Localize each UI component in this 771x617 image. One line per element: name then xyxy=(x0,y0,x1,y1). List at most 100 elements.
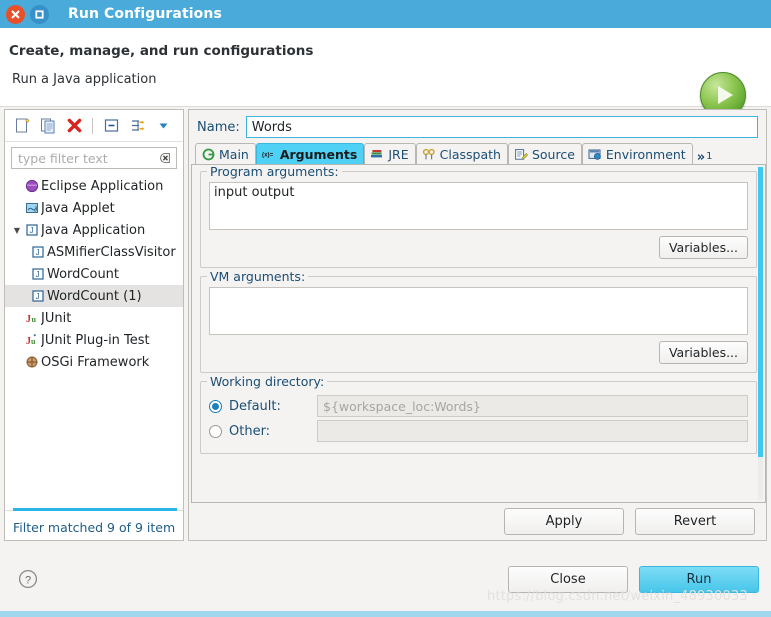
tab-overflow-button[interactable]: » 1 xyxy=(693,143,717,164)
tree-item-label: JUnit Plug-in Test xyxy=(41,332,150,348)
tree-item[interactable]: OSGi Framework xyxy=(5,351,183,373)
run-configurations-dialog: Run Configurations Create, manage, and r… xyxy=(0,0,771,617)
java-applet-icon: J xyxy=(23,201,41,215)
jre-tab-icon xyxy=(370,148,384,161)
dialog-header: Create, manage, and run configurations R… xyxy=(0,28,771,118)
delete-glyph xyxy=(67,118,81,133)
vm-arguments-input[interactable] xyxy=(209,287,748,335)
configuration-editor: Name: Words Main (x)= Arguments JRE Clas… xyxy=(188,109,767,541)
duplicate-configuration-icon[interactable] xyxy=(37,115,59,137)
apply-button[interactable]: Apply xyxy=(504,508,624,535)
apply-revert-row: Apply Revert xyxy=(189,508,766,535)
default-radio[interactable] xyxy=(209,399,222,413)
tree-item[interactable]: ▼ J Java Application xyxy=(5,219,183,241)
vm-arguments-legend: VM arguments: xyxy=(207,269,309,284)
scrollbar-thumb[interactable] xyxy=(758,167,763,457)
tree-status-area: Filter matched 9 of 9 item xyxy=(5,508,183,540)
working-directory-other-row: Other: xyxy=(209,420,748,442)
other-radio[interactable] xyxy=(209,424,222,438)
page-subtitle: Run a Java application xyxy=(12,72,157,87)
play-triangle xyxy=(718,86,733,104)
svg-text:?: ? xyxy=(25,574,31,586)
delete-configuration-icon[interactable] xyxy=(63,115,85,137)
tree-item-label: Java Application xyxy=(41,222,146,238)
tree-item-label: WordCount (1) xyxy=(47,288,142,304)
vm-arguments-actions: Variables... xyxy=(209,341,748,364)
tree-expander[interactable]: ▼ xyxy=(11,226,23,235)
classpath-tab-icon xyxy=(422,148,436,161)
tree-item[interactable]: Ju JUnit Plug-in Test xyxy=(5,329,183,351)
filter-input[interactable]: type filter text xyxy=(11,147,177,169)
working-directory-default-row: Default: ${workspace_loc:Words} xyxy=(209,395,748,417)
svg-text:(x)=: (x)= xyxy=(262,151,274,158)
program-variables-button[interactable]: Variables... xyxy=(658,236,748,259)
tree-item-label: Eclipse Application xyxy=(41,178,164,194)
java-application-icon: J xyxy=(23,223,41,237)
tab-label: JRE xyxy=(388,146,409,162)
vm-variables-button[interactable]: Variables... xyxy=(658,341,748,364)
tree-item-label: Java Applet xyxy=(41,200,115,216)
clear-icon[interactable] xyxy=(158,151,172,165)
tree-item-label: OSGi Framework xyxy=(41,354,150,370)
java-launch-icon: J xyxy=(29,267,47,281)
tab-environment[interactable]: Environment xyxy=(581,143,693,164)
tab-main[interactable]: Main xyxy=(195,143,256,164)
svg-text:J: J xyxy=(30,226,34,235)
default-radio-label: Default: xyxy=(229,398,281,414)
view-menu-icon[interactable] xyxy=(152,115,174,137)
tree-item[interactable]: Eclipse Application xyxy=(5,175,183,197)
tree-item[interactable]: Ju JUnit xyxy=(5,307,183,329)
tab-label: Main xyxy=(219,146,249,162)
other-directory-input[interactable] xyxy=(317,420,748,442)
maximize-icon[interactable] xyxy=(30,4,49,24)
program-arguments-group: Program arguments: input output Variable… xyxy=(200,165,757,268)
tab-arguments[interactable]: (x)= Arguments xyxy=(255,143,365,164)
page-title: Create, manage, and run configurations xyxy=(9,43,314,59)
tab-label: Classpath xyxy=(439,146,501,162)
toolbar-separator xyxy=(92,117,93,134)
revert-button[interactable]: Revert xyxy=(635,508,755,535)
working-directory-legend: Working directory: xyxy=(207,374,328,389)
tab-label: Environment xyxy=(605,146,686,162)
program-arguments-input[interactable]: input output xyxy=(209,182,748,230)
tree-item[interactable]: J Java Applet xyxy=(5,197,183,219)
tab-label: Source xyxy=(531,146,575,162)
configurations-panel: type filter text Eclipse Application J J… xyxy=(4,109,184,541)
tab-panel-scrollbar[interactable] xyxy=(758,167,763,500)
bottom-accent-bar xyxy=(0,611,771,617)
filter-icon[interactable] xyxy=(126,115,148,137)
name-input[interactable]: Words xyxy=(245,116,758,138)
duplicate-glyph xyxy=(40,118,54,134)
new-configuration-icon[interactable] xyxy=(11,115,33,137)
tree-item-selected[interactable]: J WordCount (1) xyxy=(5,285,183,307)
program-arguments-legend: Program arguments: xyxy=(207,165,342,179)
filter-placeholder: type filter text xyxy=(18,150,108,166)
configurations-tree[interactable]: Eclipse Application J Java Applet ▼ J Ja… xyxy=(5,173,183,510)
main-tab-icon xyxy=(201,148,215,161)
name-label: Name: xyxy=(197,119,240,135)
tab-bar: Main (x)= Arguments JRE Classpath Source… xyxy=(189,142,766,164)
default-directory-input[interactable]: ${workspace_loc:Words} xyxy=(317,395,748,417)
other-radio-label: Other: xyxy=(229,423,271,439)
tab-jre[interactable]: JRE xyxy=(364,143,416,164)
filter-glyph xyxy=(131,120,144,131)
tab-source[interactable]: Source xyxy=(507,143,582,164)
java-launch-icon: J xyxy=(29,245,47,259)
tab-overflow-chevron: » xyxy=(696,150,706,165)
working-directory-group: Working directory: Default: ${workspace_… xyxy=(200,374,757,454)
arguments-tab-icon: (x)= xyxy=(262,148,276,161)
svg-text:u: u xyxy=(31,337,36,346)
tree-item-label: ASMifierClassVisitor xyxy=(47,244,176,260)
tree-item[interactable]: J ASMifierClassVisitor xyxy=(5,241,183,263)
close-icon[interactable] xyxy=(6,4,25,24)
environment-tab-icon xyxy=(588,148,602,161)
close-glyph xyxy=(11,10,20,18)
help-icon[interactable]: ? xyxy=(18,569,38,589)
collapse-all-icon[interactable] xyxy=(100,115,122,137)
chevron-down-icon xyxy=(159,123,167,129)
tree-item[interactable]: J WordCount xyxy=(5,263,183,285)
tree-item-label: JUnit xyxy=(41,310,72,326)
maximize-glyph xyxy=(35,9,44,19)
tab-classpath[interactable]: Classpath xyxy=(415,143,508,164)
svg-text:J: J xyxy=(26,314,31,325)
